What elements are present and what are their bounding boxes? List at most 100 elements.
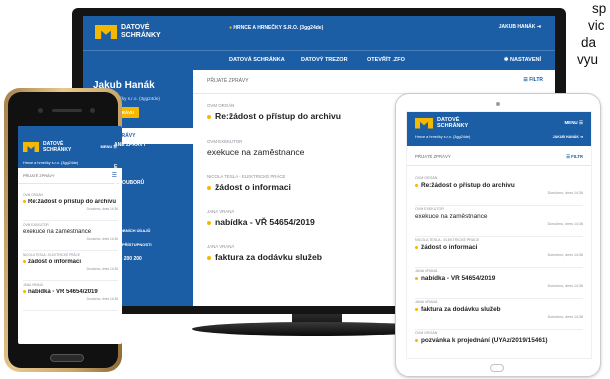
message-sender: JANA VRANÁ: [415, 269, 438, 273]
message-date: Doručeno, dnes 14:36: [86, 207, 118, 211]
settings-button[interactable]: ✱ NASTAVENÍ: [504, 57, 541, 63]
phone-screen: DATOVÉ SCHRÁNKY MENU ☰ Hrnce a hrnečky s.…: [18, 126, 122, 344]
message-subject: exekuce na zaměstnance: [23, 229, 92, 235]
sidebar-item-peek[interactable]: E: [114, 164, 117, 170]
filter-button[interactable]: ☰ FILTR: [523, 77, 543, 83]
side-text-line: da: [581, 35, 597, 50]
menu-button[interactable]: MENU ☰: [564, 120, 583, 126]
message-subject: Re:žádost o přístup do archivu: [415, 182, 583, 189]
logo-icon: [415, 118, 433, 129]
message-sender: OVM EXEKUTOR: [23, 223, 49, 227]
message-sender: OVM EXEKUTOR: [415, 207, 444, 211]
company-name: HRNCE A HRNEČKY S.R.O. (3gg24de): [229, 25, 323, 31]
list-item[interactable]: JANA VRANÁ nabídka - VŘ 54654/2019 Doruč…: [415, 269, 583, 299]
message-date: Doručeno, dnes 14:36: [547, 315, 583, 319]
smartphone: DATOVÉ SCHRÁNKY MENU ☰ Hrnce a hrnečky s.…: [4, 88, 122, 372]
message-date: Doručeno, dnes 14:36: [547, 253, 583, 257]
message-sender: NICOLA TESLA - ELEKTRICKÉ PRÁCE: [415, 238, 480, 242]
settings-label: NASTAVENÍ: [510, 57, 541, 63]
phone-speaker: [52, 109, 82, 112]
side-text-line: vyu: [577, 52, 599, 67]
filter-label: FILTR: [529, 77, 543, 83]
message-subject: Re:žádost o přístup do archivu: [23, 199, 118, 205]
list-item[interactable]: NICOLA TESLA - ELEKTRICKÉ PRÁCE žádost o…: [415, 238, 583, 268]
side-text: sp vic da vyu: [564, 0, 610, 68]
list-item[interactable]: JANA VRANÁ faktura za dodávku služeb Dor…: [415, 300, 583, 330]
brand-line1: DATOVÉ: [121, 24, 150, 31]
hamburger-icon: ☰: [578, 120, 583, 125]
message-subject: nabídka - VŘ 54654/2019: [415, 275, 583, 282]
message-sender: NICOLA TESLA - ELEKTRICKÉ PRÁCE: [23, 253, 80, 257]
home-button[interactable]: [50, 354, 84, 362]
user-label: JAKUB HANÁK: [552, 135, 579, 139]
side-text-line: sp: [592, 1, 607, 16]
filter-label: FILTR: [571, 154, 583, 159]
tablet-top-bar: DATOVÉ SCHRÁNKY MENU ☰ Hrnce a hrnečky s.…: [407, 112, 591, 146]
phone-sensor: [90, 108, 95, 113]
message-date: Doručeno, dnes 14:36: [86, 297, 118, 301]
message-subject: pozvánka k projednání (UYAz/2019/15461): [415, 337, 583, 344]
home-button[interactable]: [490, 364, 504, 372]
message-date: Doručeno, dnes 14:36: [547, 222, 583, 226]
list-title: PŘIJATÉ ZPRÁVY: [23, 174, 55, 178]
message-subject: exekuce na zaměstnance: [415, 213, 488, 220]
side-text-line: vic: [588, 18, 605, 33]
list-item[interactable]: OVM ORGÁN pozvánka k projednání (UYAz/20…: [415, 331, 583, 358]
filter-button[interactable]: ☰ FILTR: [566, 154, 583, 160]
sidebar-link-gdpr[interactable]: OSOBNÍCH ÚDAJŮ: [114, 228, 150, 233]
list-title: PŘIJATÉ ZPRÁVY: [415, 154, 451, 159]
message-date: Doručeno, dnes 14:36: [547, 191, 583, 195]
nav-datovy-trezor[interactable]: DATOVÝ TREZOR: [301, 57, 348, 63]
brand-logo[interactable]: DATOVÉ SCHRÁNKY: [95, 24, 161, 40]
message-date: Doručeno, dnes 14:36: [547, 284, 583, 288]
user-menu[interactable]: JAKUB HANÁK ⇥: [499, 24, 541, 30]
user-top-label: JAKUB HANÁK: [498, 24, 536, 30]
nav-otevrit-zfo[interactable]: OTEVŘÍT .ZFO: [367, 57, 405, 63]
list-item[interactable]: OVM EXEKUTOR exekuce na zaměstnance Doru…: [23, 223, 118, 251]
message-sender: JANA VRANÁ: [415, 300, 438, 304]
tablet: DATOVÉ SCHRÁNKY MENU ☰ Hrnce a hrnečky s.…: [395, 93, 601, 377]
main-nav: DATOVÁ SCHRÁNKA DATOVÝ TREZOR OTEVŘÍT .Z…: [83, 50, 555, 70]
nav-datova-schranka[interactable]: DATOVÁ SCHRÁNKA: [229, 57, 285, 63]
brand-line2: SCHRÁNKY: [43, 147, 72, 153]
user-firm: Hrnce a hrnečky s.r.o. (3gg24de): [23, 161, 79, 165]
user-menu[interactable]: JAKUB HANÁK ⇥: [553, 135, 583, 139]
top-bar: DATOVÉSCHRÁNKY HRNCE A HRNEČKY S.R.O. (3…: [83, 16, 555, 50]
sidebar-item-files[interactable]: É SOUBORŮ: [114, 180, 144, 186]
sidebar-item-sent[interactable]: ANÉ ZPRÁVY: [114, 142, 146, 148]
brand-logo[interactable]: DATOVÉ SCHRÁNKY: [23, 141, 71, 153]
list-item[interactable]: OVM EXEKUTOR exekuce na zaměstnance Doru…: [415, 207, 583, 237]
filter-icon: ☰: [523, 77, 528, 83]
list-item[interactable]: OVM ORGÁN Re:žádost o přístup do archivu…: [23, 193, 118, 221]
filter-icon: ☰: [566, 154, 570, 159]
list-item[interactable]: JANA VRANÁ nabídka - VŘ 54654/2019 Doruč…: [23, 283, 118, 311]
menu-label: MENU: [564, 120, 578, 125]
gear-icon: ✱: [503, 57, 509, 63]
list-header: PŘIJATÉ ZPRÁVY ☰: [18, 168, 122, 184]
phone-top-bar: DATOVÉ SCHRÁNKY MENU ☰ Hrnce a hrnečky s.…: [18, 126, 122, 168]
logo-icon: [95, 25, 117, 39]
message-subject: faktura za dodávku služeb: [415, 306, 583, 313]
logo-icon: [23, 142, 39, 152]
brand-line2: SCHRÁNKY: [437, 123, 469, 129]
message-sender: JANA VRANÁ: [23, 283, 43, 287]
sidebar-phone-number: 954 200 200: [114, 256, 142, 262]
brand-logo[interactable]: DATOVÉ SCHRÁNKY: [415, 117, 468, 129]
brand-line2: SCHRÁNKY: [121, 32, 161, 39]
message-subject: žádost o informaci: [415, 244, 583, 251]
list-header: PŘIJATÉ ZPRÁVY ☰ FILTR: [193, 70, 555, 94]
message-date: Doručeno, dnes 14:36: [86, 237, 118, 241]
message-subject: žádost o informaci: [23, 259, 118, 265]
list-header: PŘIJATÉ ZPRÁVY ☰ FILTR: [407, 146, 591, 166]
sidebar-link-accessibility[interactable]: U K PŘÍSTUPNOSTI: [114, 242, 152, 247]
tablet-screen: DATOVÉ SCHRÁNKY MENU ☰ Hrnce a hrnečky s.…: [406, 111, 592, 359]
phone-camera: [38, 108, 43, 113]
list-item[interactable]: OVM ORGÁN Re:žádost o přístup do archivu…: [415, 176, 583, 206]
list-item[interactable]: NICOLA TESLA - ELEKTRICKÉ PRÁCE žádost o…: [23, 253, 118, 281]
menu-label: MENU: [100, 144, 113, 149]
filter-icon[interactable]: ☰: [112, 172, 117, 179]
logout-icon: ⇥: [579, 135, 583, 139]
list-title: PŘIJATÉ ZPRÁVY: [207, 78, 249, 84]
logout-icon[interactable]: ⇥: [537, 24, 541, 30]
message-sender: OVM ORGÁN: [415, 331, 438, 335]
